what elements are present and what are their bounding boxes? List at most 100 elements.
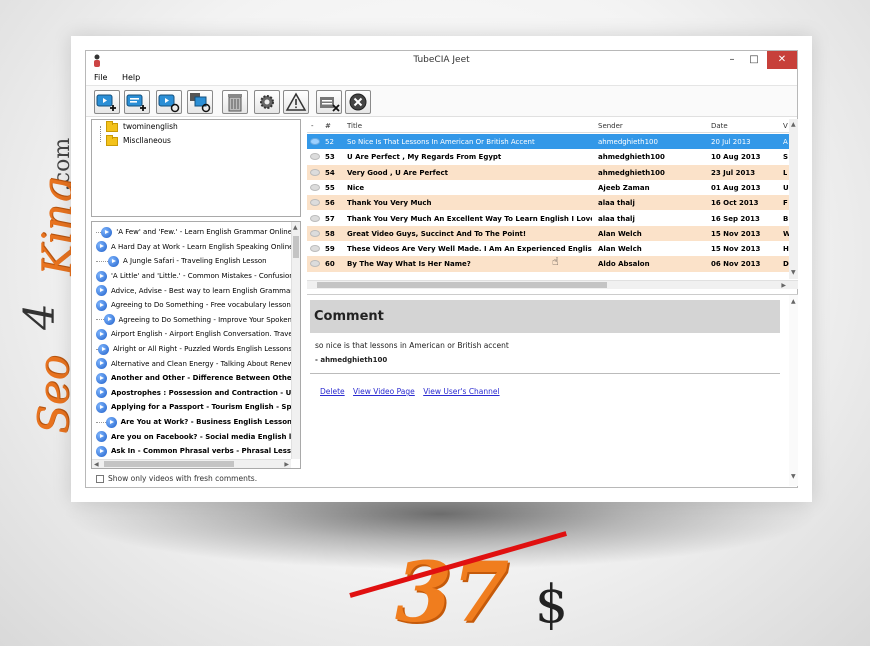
video-list-item[interactable]: Alright or All Right - Puzzled Words Eng… [92,342,292,357]
comment-detail: Comment so nice is that lessons in Ameri… [307,294,798,486]
scroll-down-arrow-icon[interactable]: ▼ [791,269,796,276]
video-title: 'A Few' and 'Few.' - Learn English Gramm… [116,228,292,237]
delete-button[interactable] [222,90,248,114]
cell-num: 59 [325,245,335,254]
col-header-number[interactable]: # [325,122,331,130]
grid-vscrollbar[interactable]: ▲ ▼ [789,119,798,279]
grid-hscrollbar[interactable]: ▶ [307,280,798,289]
cell-sender: Alan Welch [598,229,642,238]
video-list-hscrollbar[interactable]: ◀ ▶ [92,459,291,468]
comment-row[interactable]: 60 By The Way What Is Her Name? Aldo Absal… [307,256,789,272]
cell-title: Nice [347,183,365,192]
comment-row[interactable]: 52 So Nice Is That Lessons In American Or… [307,134,789,150]
scroll-right-arrow-icon[interactable]: ▶ [781,282,786,289]
play-video-icon [105,416,117,428]
cell-num: 60 [325,260,335,269]
comment-row[interactable]: 53 U Are Perfect , My Regards From Egypt a… [307,149,789,164]
video-list-item[interactable]: Apostrophes : Possession and Contraction… [92,386,292,401]
play-video-icon [96,328,107,340]
video-list-item[interactable]: Airport English - Airport English Conver… [92,327,292,342]
mouse-cursor-icon: ☝ [552,255,559,268]
settings-button[interactable] [254,90,280,114]
video-list-item[interactable]: Are You at Work? - Business English Less… [92,415,292,430]
cell-v: L [783,168,788,177]
clear-list-button[interactable] [316,90,342,114]
scroll-thumb[interactable] [317,282,607,288]
minimize-button[interactable]: – [721,51,743,69]
video-list-item[interactable]: 'A Few' and 'Few.' - Learn English Gramm… [92,225,292,240]
menu-help[interactable]: Help [122,73,140,82]
tree-item-miscllaneous[interactable]: Miscllaneous [106,134,171,147]
watermark-seo: Seo [28,355,78,434]
refresh-all-button[interactable] [187,90,213,114]
video-list-vscrollbar[interactable]: ▲ [291,222,300,459]
fresh-comments-filter[interactable]: Show only videos with fresh comments. [96,474,257,483]
comment-row[interactable]: 56 Thank You Very Much alaa thalj 16 Oct 20… [307,195,789,211]
comment-row[interactable]: 54 Very Good , U Are Perfect ahmedghieth10… [307,164,789,180]
add-channel-button[interactable] [94,90,120,114]
comment-vscrollbar[interactable]: ▲ ▼ [789,295,798,486]
watermark: .com King 4 Seo [15,130,88,440]
maximize-button[interactable]: □ [743,51,765,69]
scroll-thumb[interactable] [293,236,299,258]
video-list-item[interactable]: 'A Little' and 'Little.' - Common Mistak… [92,269,292,284]
video-title: Advice, Advise - Best way to learn Engli… [111,286,292,295]
comment-divider [310,373,780,374]
cell-title: Thank You Very Much [347,199,432,208]
video-list-item[interactable]: Alternative and Clean Energy - Talking A… [92,356,292,371]
scroll-up-arrow-icon[interactable]: ▲ [791,121,796,128]
scroll-up-arrow-icon[interactable]: ▲ [791,298,796,305]
play-video-icon [96,270,107,282]
video-list-item[interactable]: A Hard Day at Work - Learn English Speak… [92,240,292,255]
video-list-item[interactable]: A Jungle Safari - Traveling English Less… [92,254,292,269]
stop-button[interactable] [345,90,371,114]
video-list-item[interactable]: Another and Other - Difference Between O… [92,371,292,386]
tree-item-twominenglish[interactable]: twominenglish [106,120,178,133]
close-button[interactable]: ✕ [767,51,797,69]
col-header-date[interactable]: Date [711,122,728,130]
clear-list-icon [320,97,340,112]
comment-row[interactable]: 55 Nice Ajeeb Zaman 01 Aug 2013 U [307,180,789,195]
scroll-left-arrow-icon[interactable]: ◀ [94,461,99,468]
video-title: Agreeing to Do Something - Free vocabula… [111,301,292,310]
scroll-down-arrow-icon[interactable]: ▼ [791,473,796,480]
video-list-item[interactable]: Advice, Advise - Best way to learn Engli… [92,283,292,298]
menu-file[interactable]: File [94,73,107,82]
cell-sender: Ajeeb Zaman [598,183,650,192]
comment-row[interactable]: 57 Thank You Very Much An Excellent Way T… [307,211,789,226]
delete-link[interactable]: Delete [320,387,345,396]
report-button[interactable] [283,90,309,114]
video-list-item[interactable]: Ask In - Common Phrasal verbs - Phrasal … [92,444,292,459]
video-list-item[interactable]: Applying for a Passport - Tourism Englis… [92,400,292,415]
video-title: Are you on Facebook? - Social media Engl… [111,432,292,441]
view-video-page-link[interactable]: View Video Page [353,387,415,396]
play-video-icon [96,241,107,253]
col-header-v[interactable]: V [783,122,788,130]
fresh-comments-checkbox[interactable] [96,474,104,483]
cell-date: 01 Aug 2013 [711,183,761,192]
refresh-video-button[interactable] [156,90,182,114]
trash-icon [228,94,242,112]
cell-v: A [783,138,788,146]
video-list-item[interactable]: Are you on Facebook? - Social media Engl… [92,429,292,444]
scroll-up-arrow-icon[interactable]: ▲ [293,224,298,231]
cell-sender: ahmedghieth100 [598,168,665,177]
video-title: Agreeing to Do Something - Improve Your … [118,315,293,324]
video-list-item[interactable]: Agreeing to Do Something - Improve Your … [92,313,292,328]
view-user-channel-link[interactable]: View User's Channel [423,387,499,396]
scroll-thumb[interactable] [104,461,234,467]
comment-row[interactable]: 58 Great Video Guys, Succinct And To The … [307,225,791,242]
gear-icon [260,95,274,109]
comment-row[interactable]: 59 These Videos Are Very Well Made. I Am … [307,241,789,256]
col-header-dash[interactable]: - [311,122,314,130]
scroll-right-arrow-icon[interactable]: ▶ [284,461,289,468]
folder-icon [106,134,118,146]
video-title: Applying for a Passport - Tourism Englis… [111,403,292,412]
comment-bubble-icon [310,168,320,176]
col-header-sender[interactable]: Sender [598,122,623,130]
video-list-item[interactable]: Agreeing to Do Something - Free vocabula… [92,298,292,313]
col-header-title[interactable]: Title [347,122,362,130]
price-currency: $ [535,575,569,635]
add-video-button[interactable] [124,90,150,114]
play-video-icon [96,401,107,413]
